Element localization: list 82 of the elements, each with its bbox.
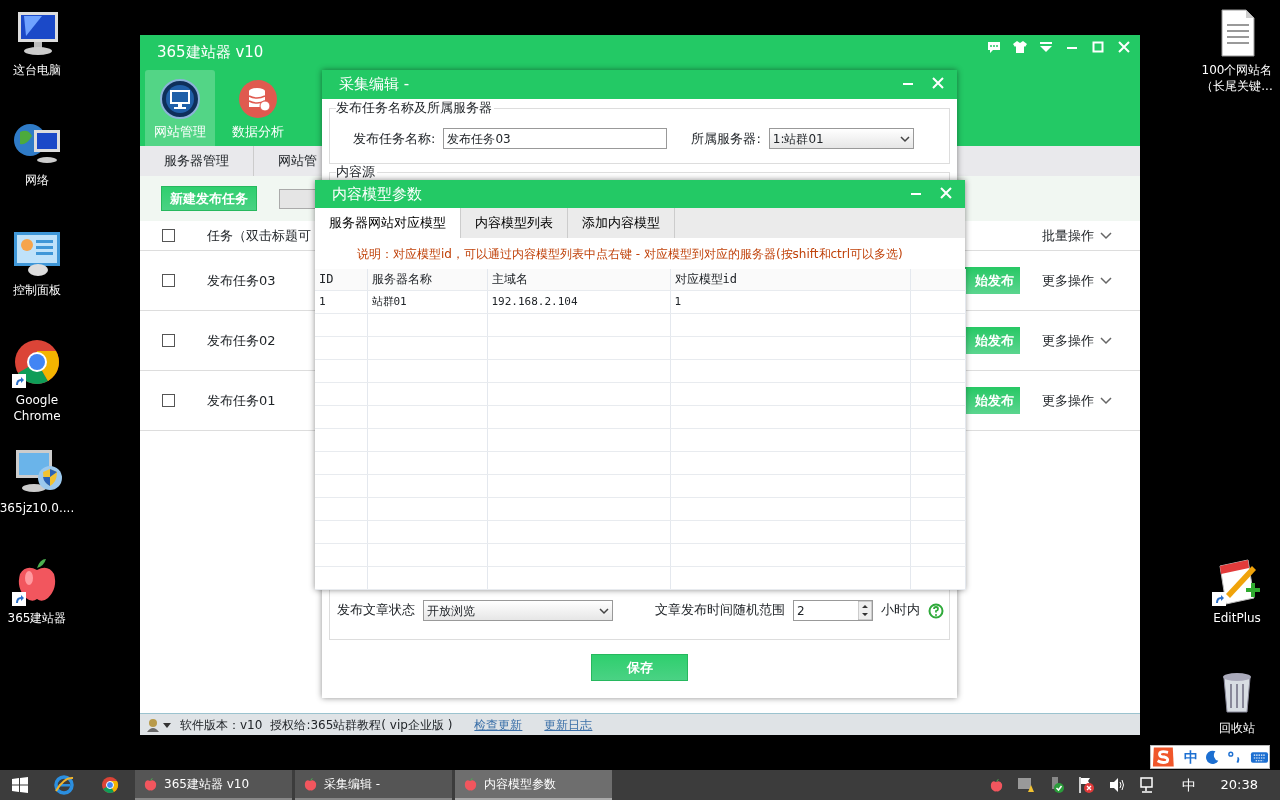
input-language[interactable]: 中	[1181, 774, 1196, 796]
task-name[interactable]: 发布任务03	[207, 270, 276, 291]
window-title: 内容模型参数	[332, 183, 422, 205]
browser-e-icon[interactable]	[54, 775, 74, 795]
more-actions-menu[interactable]: 更多操作	[1042, 330, 1094, 351]
column-header: 主域名	[487, 268, 670, 291]
desktop-icon-label[interactable]: 控制面板	[13, 282, 61, 298]
input-field[interactable]: 发布任务03	[443, 128, 668, 149]
desktop-icon-label[interactable]: 网络	[25, 172, 49, 188]
desktop-icon-label[interactable]: 365建站器	[7, 610, 67, 626]
table-cell: 站群01	[367, 290, 487, 314]
user-menu-icon[interactable]	[146, 717, 172, 732]
desktop-icon-label[interactable]: 100个网站名 （长尾关键...	[1201, 62, 1273, 94]
desktop-icon-label[interactable]: 这台电脑	[13, 62, 61, 78]
chevron-down-icon[interactable]	[1100, 276, 1112, 285]
subnav-tab[interactable]: 网站管	[278, 151, 317, 171]
field-label: 文章发布时间随机范围	[655, 601, 785, 620]
group-title: 发布任务名称及所属服务器	[336, 100, 494, 116]
subnav-tab[interactable]: 服务器管理	[164, 151, 229, 171]
apple-icon	[143, 776, 158, 792]
table-cell: 1	[670, 290, 910, 314]
chrome-icon[interactable]	[101, 776, 119, 794]
monitor-icon	[160, 78, 200, 119]
desktop-icon-label[interactable]: 回收站	[1219, 720, 1255, 736]
taskbar-button[interactable]: 365建站器 v10	[135, 770, 292, 800]
table-cell: 192.168.2.104	[487, 290, 670, 314]
column-header: 对应模型id	[670, 268, 910, 291]
apple-icon	[303, 776, 318, 792]
more-actions-menu[interactable]: 更多操作	[1042, 270, 1094, 291]
ime-mode-toggle[interactable]: 中	[1183, 746, 1198, 768]
field-label: 所属服务器:	[691, 129, 761, 148]
link[interactable]: 检查更新	[474, 715, 523, 734]
tab[interactable]: 服务器网站对应模型	[315, 208, 461, 239]
spin-field[interactable]: 2	[793, 600, 873, 621]
desktop-icon-label[interactable]: 365jz10.0....	[0, 500, 75, 516]
taskbar-button[interactable]: 采集编辑 -	[295, 770, 452, 800]
tab[interactable]: 内容模型列表	[461, 208, 568, 239]
column-header: 任务（双击标题可	[207, 226, 311, 245]
window-title: 365建站器 v10	[157, 42, 264, 63]
link[interactable]: 更新日志	[544, 715, 593, 734]
column-header: ID	[315, 268, 367, 291]
ime-logo-icon[interactable]	[1151, 745, 1176, 769]
start-icon[interactable]	[12, 777, 28, 793]
chevron-down-icon[interactable]	[1100, 336, 1112, 345]
task-name[interactable]: 发布任务02	[207, 330, 276, 351]
checkbox[interactable]	[162, 229, 175, 242]
keyboard-icon[interactable]	[1250, 750, 1269, 764]
desktop-icon-label[interactable]: EditPlus	[1213, 610, 1261, 626]
checkbox[interactable]	[162, 394, 175, 407]
dropdown[interactable]: 开放浏览	[423, 600, 613, 621]
window-title: 采集编辑 -	[339, 74, 410, 96]
batch-actions-menu[interactable]: 批量操作	[1042, 225, 1094, 246]
chevron-down-icon[interactable]	[1100, 231, 1112, 240]
speaker-icon[interactable]	[1107, 777, 1126, 793]
group-title: 内容源	[336, 164, 377, 180]
chevron-down-icon[interactable]	[1100, 396, 1112, 405]
vm-warning-icon[interactable]	[1016, 777, 1035, 793]
dropdown[interactable]: 1:站群01	[768, 128, 914, 149]
help-icon[interactable]	[928, 602, 944, 619]
unit-label: 小时内	[881, 601, 920, 620]
desktop-icon-label[interactable]: Google Chrome	[0, 392, 77, 424]
note-text: 说明：对应模型id，可以通过内容模型列表中点右键 - 对应模型到对应的服务器(按shift和ctrl可以多选)	[356, 246, 904, 264]
taskbar-button[interactable]: 内容模型参数	[455, 770, 612, 800]
checkbox[interactable]	[162, 334, 175, 347]
checkbox[interactable]	[162, 274, 175, 287]
license-text: 授权给:365站群教程( vip企业版 )	[270, 716, 453, 734]
moon-icon[interactable]	[1205, 750, 1219, 764]
tab[interactable]: 添加内容模型	[568, 208, 675, 239]
more-actions-menu[interactable]: 更多操作	[1042, 390, 1094, 411]
task-name[interactable]: 发布任务01	[207, 390, 276, 411]
apple-icon	[463, 776, 478, 792]
version-text: 软件版本：v10	[180, 716, 263, 734]
field-label: 发布文章状态	[337, 601, 415, 620]
field-label: 发布任务名称:	[353, 129, 436, 148]
spin-arrows-icon[interactable]	[858, 601, 872, 620]
table-cell: 1	[315, 290, 367, 314]
database-icon	[238, 78, 278, 119]
chevron-down-icon[interactable]	[599, 606, 609, 615]
chevron-down-icon[interactable]	[899, 134, 910, 143]
flag-error-icon[interactable]	[1076, 776, 1095, 794]
clock[interactable]: 20:38	[1220, 775, 1258, 795]
column-header: 服务器名称	[367, 268, 487, 291]
